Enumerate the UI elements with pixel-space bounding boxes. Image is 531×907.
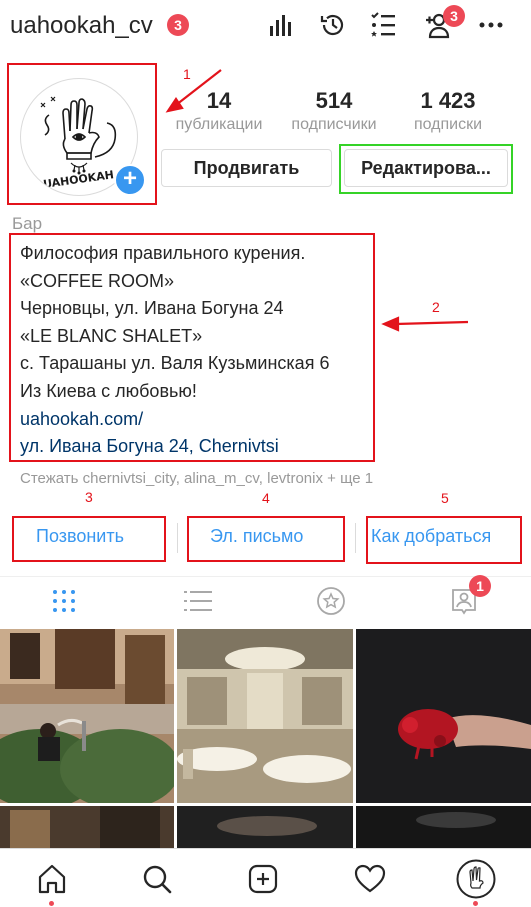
annotation-arrows	[165, 69, 469, 332]
annotation-number-5: 5	[441, 490, 449, 506]
annotation-number-3: 3	[85, 489, 93, 505]
annotation-number-2: 2	[432, 299, 440, 315]
annotation-number-1: 1	[183, 66, 191, 82]
annotation-number-4: 4	[262, 490, 270, 506]
